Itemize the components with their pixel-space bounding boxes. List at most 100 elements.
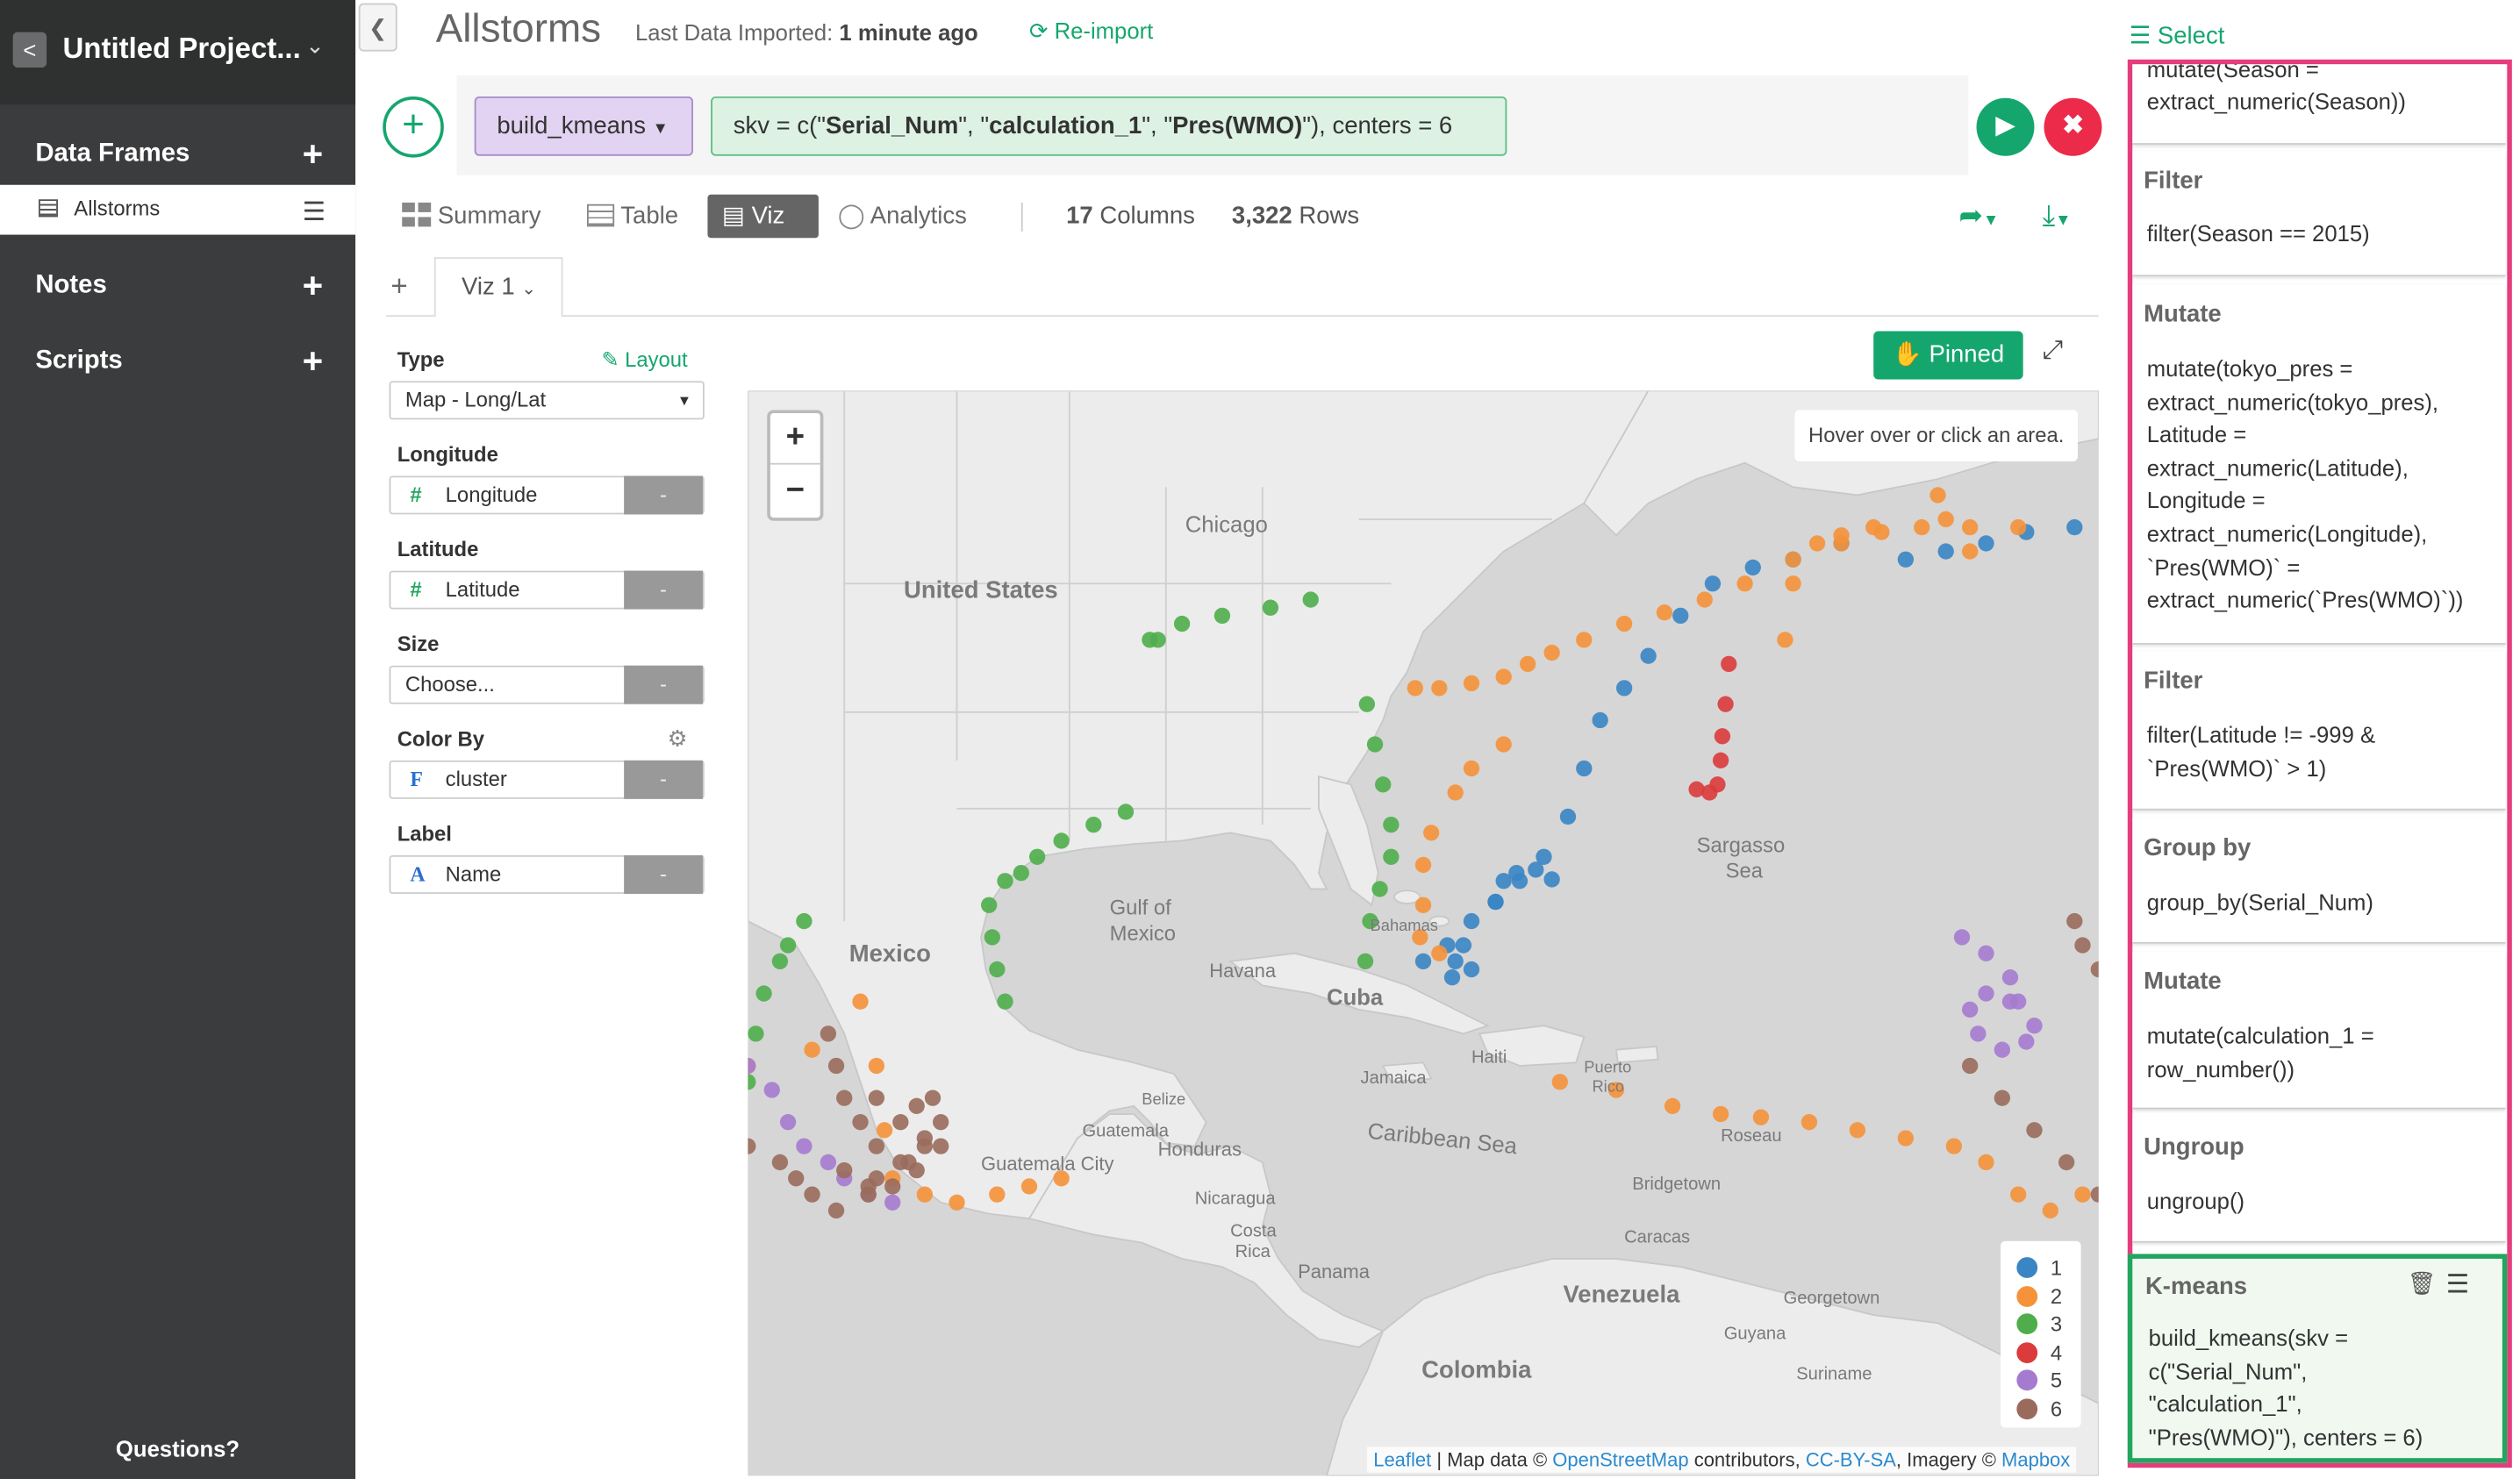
storm-point[interactable] — [1704, 575, 1722, 592]
storm-point[interactable] — [2066, 912, 2083, 930]
storm-point[interactable] — [1994, 1090, 2010, 1106]
storm-point[interactable] — [1431, 680, 1448, 697]
gear-icon[interactable]: ⚙ — [668, 725, 688, 753]
storm-point[interactable] — [796, 912, 813, 930]
storm-point[interactable] — [852, 993, 869, 1010]
storm-point[interactable] — [1543, 871, 1560, 888]
storm-point[interactable] — [1414, 856, 1432, 874]
storm-point[interactable] — [868, 1090, 885, 1106]
storm-point[interactable] — [1929, 487, 1946, 504]
storm-point[interactable] — [2010, 518, 2027, 536]
storm-point[interactable] — [916, 1186, 934, 1203]
storm-point[interactable] — [1801, 1113, 1818, 1131]
storm-point[interactable] — [933, 1113, 949, 1131]
storm-point[interactable] — [1559, 808, 1577, 825]
storm-point[interactable] — [1487, 893, 1504, 911]
storm-point[interactable] — [1085, 816, 1102, 833]
storm-point[interactable] — [852, 1113, 869, 1131]
storm-point[interactable] — [1962, 1057, 1979, 1075]
storm-point[interactable] — [771, 953, 789, 970]
mapbox-link[interactable]: Mapbox — [2001, 1448, 2070, 1471]
storm-point[interactable] — [1688, 781, 1705, 797]
storm-point[interactable] — [1978, 985, 1994, 1002]
osm-link[interactable]: OpenStreetMap — [1552, 1448, 1688, 1471]
storm-point[interactable] — [1371, 881, 1388, 897]
storm-point[interactable] — [1897, 551, 1915, 568]
storm-point[interactable] — [2026, 1122, 2043, 1139]
storm-point[interactable] — [1615, 680, 1633, 697]
storm-point[interactable] — [779, 937, 797, 954]
storm-point[interactable] — [1495, 668, 1512, 685]
storm-point[interactable] — [1414, 897, 1432, 913]
storm-point[interactable] — [2001, 969, 2019, 986]
storm-point[interactable] — [1714, 728, 1731, 745]
storm-point[interactable] — [1937, 511, 1954, 528]
command-function-select[interactable]: build_kmeans ▼ — [474, 96, 693, 156]
storm-point[interactable] — [1833, 527, 1850, 544]
storm-point[interactable] — [836, 1090, 853, 1106]
storm-point[interactable] — [2074, 937, 2091, 954]
storm-point[interactable] — [1849, 1122, 1866, 1139]
pinned-button[interactable]: ✋ Pinned — [1873, 331, 2023, 380]
storm-point[interactable] — [989, 961, 1006, 978]
sidebar-item-allstorms[interactable]: Allstorms ☰ — [0, 184, 356, 235]
longitude-field[interactable]: # Longitude - — [389, 475, 705, 515]
storm-point[interactable] — [997, 993, 1013, 1010]
label-field[interactable]: A Name - — [389, 854, 705, 894]
storm-point[interactable] — [1656, 604, 1673, 621]
layout-button[interactable]: ✎ Layout — [601, 347, 687, 373]
expand-icon[interactable]: ⤢ — [2043, 338, 2063, 367]
storm-point[interactable] — [1447, 953, 1464, 970]
storm-point[interactable] — [1357, 953, 1374, 970]
storm-point[interactable] — [1937, 543, 1954, 560]
zoom-in-button[interactable]: + — [770, 413, 820, 465]
storm-point[interactable] — [763, 1082, 780, 1098]
menu-icon[interactable]: ☰ — [2446, 1268, 2469, 1301]
storm-point[interactable] — [1962, 543, 1979, 560]
latitude-field[interactable]: # Latitude - — [389, 570, 705, 610]
storm-point[interactable] — [2058, 1154, 2075, 1171]
step-filter-latitude[interactable]: Filter filter(Latitude != -999 & `Pres(W… — [2132, 651, 2506, 811]
project-header[interactable]: < Untitled Project... ⌄ — [0, 0, 356, 105]
storm-point[interactable] — [1994, 1041, 2010, 1058]
storm-point[interactable] — [1785, 575, 1801, 592]
back-icon[interactable]: < — [12, 32, 47, 68]
storm-point[interactable] — [1431, 945, 1448, 961]
storm-point[interactable] — [836, 1161, 853, 1179]
storm-point[interactable] — [771, 1154, 789, 1171]
storm-point[interactable] — [1543, 644, 1560, 661]
step-group-by[interactable]: Group by group_by(Serial_Num) — [2132, 818, 2506, 944]
storm-point[interactable] — [892, 1113, 909, 1131]
trash-icon[interactable]: 🗑 — [2408, 1270, 2437, 1297]
storm-point[interactable] — [1576, 632, 1593, 648]
storm-point[interactable] — [827, 1202, 845, 1219]
tab-summary[interactable]: Summary — [402, 195, 541, 238]
reimport-button[interactable]: ⟳ Re-import — [1029, 18, 1153, 45]
storm-point[interactable] — [876, 1122, 893, 1139]
remove-size-button[interactable]: - — [624, 665, 703, 704]
storm-point[interactable] — [1455, 937, 1472, 954]
storm-point[interactable] — [1447, 784, 1464, 801]
chevron-down-icon[interactable]: ⌄ — [305, 32, 325, 60]
type-select[interactable]: Map - Long/Lat ▼ — [389, 381, 705, 420]
storm-point[interactable] — [908, 1097, 925, 1114]
storm-point[interactable] — [1383, 816, 1400, 833]
storm-point[interactable] — [1576, 760, 1593, 777]
leaflet-link[interactable]: Leaflet — [1373, 1448, 1431, 1471]
storm-point[interactable] — [1528, 861, 1544, 878]
storm-point[interactable] — [860, 1178, 877, 1195]
storm-point[interactable] — [1519, 655, 1536, 673]
storm-point[interactable] — [779, 1113, 797, 1131]
storm-point[interactable] — [788, 1170, 805, 1187]
storm-point[interactable] — [820, 1154, 837, 1171]
storm-point[interactable] — [1865, 518, 1882, 536]
storm-point[interactable] — [1914, 518, 1930, 536]
storm-point[interactable] — [916, 1130, 934, 1147]
storm-point[interactable] — [1495, 736, 1512, 753]
remove-color-button[interactable]: - — [624, 760, 703, 799]
storm-point[interactable] — [1375, 776, 1392, 793]
storm-point[interactable] — [1414, 953, 1432, 970]
storm-point[interactable] — [2074, 1186, 2091, 1203]
storm-point[interactable] — [1302, 591, 1319, 608]
remove-latitude-button[interactable]: - — [624, 570, 703, 610]
